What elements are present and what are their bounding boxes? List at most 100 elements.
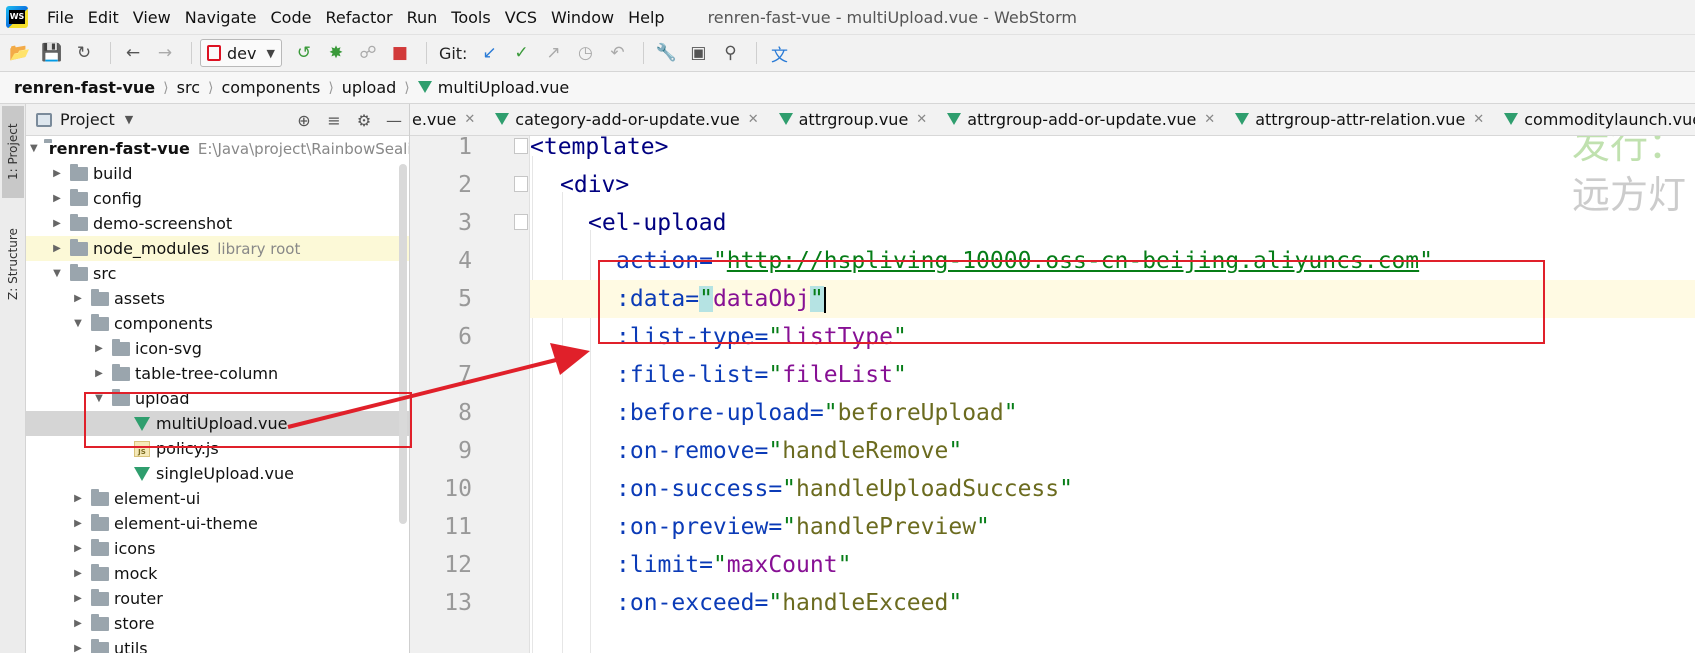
forward-arrow-icon[interactable]: → <box>151 39 179 67</box>
git-rollback-icon[interactable]: ↶ <box>603 39 631 67</box>
menu-code[interactable]: Code <box>264 8 319 27</box>
terminal-window-icon[interactable]: ▣ <box>684 39 712 67</box>
code-editor[interactable]: 1 2 3 4 5 6 7 8 9 10 11 12 13 <template>… <box>410 136 1695 653</box>
collapse-arrow-icon[interactable]: ▶ <box>92 343 106 354</box>
chevron-down-icon[interactable]: ▼ <box>125 113 133 126</box>
gear-icon[interactable]: ⚙ <box>349 111 379 130</box>
collapse-arrow-icon[interactable]: ▶ <box>92 368 106 379</box>
close-icon[interactable]: ✕ <box>1473 112 1484 127</box>
tree-folder-row[interactable]: ▶ table-tree-column <box>26 361 409 386</box>
hide-panel-icon[interactable]: — <box>379 111 409 130</box>
tree-folder-row[interactable]: ▼ src <box>26 261 409 286</box>
editor-tab[interactable]: attrgroup-attr-relation.vue ✕ <box>1225 104 1494 135</box>
tree-folder-row[interactable]: ▶ icon-svg <box>26 336 409 361</box>
git-commit-check-icon[interactable]: ✓ <box>507 39 535 67</box>
settings-wrench-icon[interactable]: 🔧 <box>652 39 680 67</box>
rerun-icon[interactable]: ↺ <box>290 39 318 67</box>
collapse-arrow-icon[interactable]: ▶ <box>50 193 64 204</box>
close-icon[interactable]: ✕ <box>748 112 759 127</box>
menu-help[interactable]: Help <box>621 8 671 27</box>
code-attribute: :file-list= <box>616 362 769 388</box>
menu-navigate[interactable]: Navigate <box>178 8 264 27</box>
editor-gutter[interactable]: 1 2 3 4 5 6 7 8 9 10 11 12 13 <box>410 136 559 653</box>
tree-folder-row[interactable]: ▶ utils <box>26 636 409 653</box>
menu-vcs[interactable]: VCS <box>498 8 544 27</box>
menu-tools[interactable]: Tools <box>444 8 497 27</box>
breadcrumb-item[interactable]: src <box>177 78 200 97</box>
expand-arrow-icon[interactable]: ▼ <box>71 318 85 329</box>
close-icon[interactable]: ✕ <box>1204 112 1215 127</box>
collapse-arrow-icon[interactable]: ▶ <box>50 168 64 179</box>
run-configuration-select[interactable]: dev ▼ <box>200 39 282 67</box>
project-panel-title[interactable]: Project <box>60 110 115 129</box>
project-tool-tab[interactable]: 1: Project <box>2 106 24 198</box>
tree-item-label: config <box>93 189 142 208</box>
git-update-icon[interactable]: ↙ <box>475 39 503 67</box>
editor-tab[interactable]: attrgroup-add-or-update.vue ✕ <box>937 104 1225 135</box>
editor-tab[interactable]: attrgroup.vue ✕ <box>769 104 938 135</box>
expand-arrow-icon[interactable]: ▼ <box>30 143 38 154</box>
tree-folder-row[interactable]: ▶ router <box>26 586 409 611</box>
tree-file-row[interactable]: singleUpload.vue <box>26 461 409 486</box>
stop-icon[interactable]: ■ <box>386 39 414 67</box>
open-folder-icon[interactable]: 📂 <box>6 39 34 67</box>
close-icon[interactable]: ✕ <box>916 112 927 127</box>
fold-marker-icon[interactable] <box>514 214 528 230</box>
collapse-all-icon[interactable]: ≡ <box>319 111 349 130</box>
expand-arrow-icon[interactable]: ▼ <box>50 268 64 279</box>
git-push-icon[interactable]: ↗ <box>539 39 567 67</box>
tree-folder-row[interactable]: ▶ element-ui-theme <box>26 511 409 536</box>
tree-folder-row[interactable]: ▶ demo-screenshot <box>26 211 409 236</box>
menu-edit[interactable]: Edit <box>81 8 126 27</box>
tree-folder-row[interactable]: ▶ icons <box>26 536 409 561</box>
synchronize-icon[interactable]: ↻ <box>70 39 98 67</box>
tree-root-row[interactable]: ▼ renren-fast-vue E:\Java\project\Rainbo… <box>26 136 409 161</box>
debug-bug-icon[interactable]: ✸ <box>322 39 350 67</box>
collapse-arrow-icon[interactable]: ▶ <box>71 643 85 653</box>
menu-view[interactable]: View <box>126 8 178 27</box>
collapse-arrow-icon[interactable]: ▶ <box>71 518 85 529</box>
save-all-icon[interactable]: 💾 <box>38 39 66 67</box>
structure-tool-tab[interactable]: Z: Structure <box>2 214 24 314</box>
tree-folder-row[interactable]: ▶ node_modules library root <box>26 236 409 261</box>
menu-refactor[interactable]: Refactor <box>318 8 399 27</box>
tree-folder-row[interactable]: ▶ build <box>26 161 409 186</box>
collapse-arrow-icon[interactable]: ▶ <box>50 218 64 229</box>
menu-run[interactable]: Run <box>400 8 445 27</box>
git-history-clock-icon[interactable]: ◷ <box>571 39 599 67</box>
search-icon[interactable]: ⚲ <box>716 39 744 67</box>
tree-folder-row[interactable]: ▼ components <box>26 311 409 336</box>
fold-marker-icon[interactable] <box>514 176 528 192</box>
breadcrumb-item[interactable]: components <box>221 78 320 97</box>
editor-tab[interactable]: commoditylaunch.vue ✕ <box>1494 104 1695 135</box>
editor-tab[interactable]: category-add-or-update.vue ✕ <box>485 104 768 135</box>
fold-marker-icon[interactable] <box>514 138 528 154</box>
back-arrow-icon[interactable]: ← <box>119 39 147 67</box>
breadcrumb-item[interactable]: upload <box>342 78 397 97</box>
collapse-arrow-icon[interactable]: ▶ <box>71 568 85 579</box>
tree-folder-row[interactable]: ▶ mock <box>26 561 409 586</box>
collapse-arrow-icon[interactable]: ▶ <box>71 493 85 504</box>
editor-tab[interactable]: e.vue ✕ <box>410 104 485 135</box>
collapse-arrow-icon[interactable]: ▶ <box>71 543 85 554</box>
menu-file[interactable]: File <box>40 8 81 27</box>
line-number: 7 <box>458 362 472 388</box>
collapse-arrow-icon[interactable]: ▶ <box>71 618 85 629</box>
tree-folder-row[interactable]: ▶ assets <box>26 286 409 311</box>
breadcrumb-item[interactable]: multiUpload.vue <box>438 78 570 97</box>
attach-debugger-icon[interactable]: ☍ <box>354 39 382 67</box>
tree-folder-row[interactable]: ▶ element-ui <box>26 486 409 511</box>
collapse-arrow-icon[interactable]: ▶ <box>71 293 85 304</box>
menu-window[interactable]: Window <box>544 8 621 27</box>
translate-icon[interactable]: 文 <box>765 39 793 67</box>
tree-folder-row[interactable]: ▶ store <box>26 611 409 636</box>
collapse-arrow-icon[interactable]: ▶ <box>50 243 64 254</box>
code-area[interactable]: <template> <div> <el-upload action="http… <box>530 136 1695 653</box>
tree-folder-row[interactable]: ▶ config <box>26 186 409 211</box>
collapse-arrow-icon[interactable]: ▶ <box>71 593 85 604</box>
project-panel-scrollbar[interactable] <box>399 164 407 524</box>
breadcrumb-item[interactable]: renren-fast-vue <box>14 78 155 97</box>
close-icon[interactable]: ✕ <box>464 112 475 127</box>
locate-file-target-icon[interactable]: ⊕ <box>289 111 319 130</box>
tree-item-label: element-ui <box>114 489 201 508</box>
